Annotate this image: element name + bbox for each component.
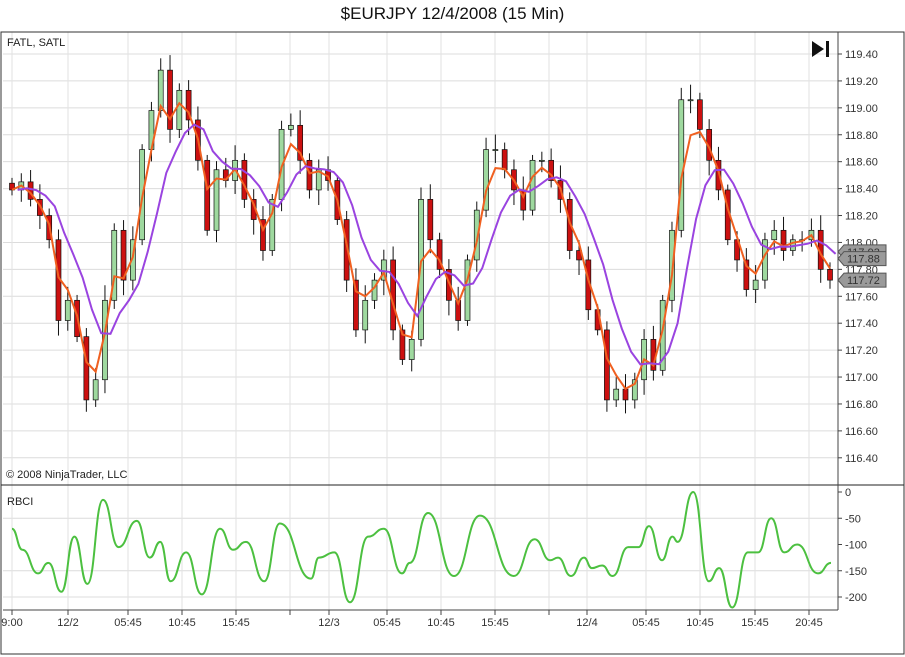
candle-up [492, 149, 499, 151]
candle-down [697, 99, 703, 130]
candle-down [241, 159, 248, 200]
x-tick-label: 20:45 [795, 617, 823, 629]
rbci-panel-label: RBCI [7, 496, 33, 508]
price-marker: 117.88 [837, 251, 887, 267]
candle-down [427, 199, 434, 241]
price-tick-label: 118.20 [845, 211, 878, 223]
candle-up [678, 99, 685, 231]
price-tick-label: 117.40 [845, 318, 878, 330]
candle-up [408, 339, 415, 360]
price-tick-label: 116.60 [845, 426, 878, 438]
candle-up [288, 124, 294, 130]
x-tick-label: 10:45 [686, 617, 714, 629]
price-tick-label: 117.60 [845, 291, 878, 303]
price-marker: 117.72 [837, 272, 887, 288]
price-panel-label: FATL, SATL [7, 37, 65, 49]
candle-up [64, 299, 71, 321]
candle-down [204, 159, 211, 231]
chart-window: $EURJPY 12/4/2008 (15 Min) 119.40 119.20 1… [0, 0, 905, 657]
candle-up [771, 229, 778, 241]
candle-down [306, 159, 313, 191]
candle-up [752, 279, 759, 290]
candle-down [83, 336, 90, 401]
scroll-to-end-icon[interactable] [812, 41, 829, 57]
x-tick-label: 05:45 [632, 617, 660, 629]
candle-up [176, 89, 183, 130]
x-tick-label: 05:45 [373, 617, 401, 629]
price-tick-label: 116.40 [845, 453, 878, 465]
rbci-tick-label: -50 [845, 513, 861, 525]
candle-up [362, 299, 369, 331]
x-tick-label: 15:45 [481, 617, 509, 629]
x-tick-label: 10:45 [427, 617, 455, 629]
rbci-tick-label: -100 [845, 540, 867, 552]
copyright-text: © 2008 NinjaTrader, LLC [6, 469, 127, 481]
rbci-tick-label: -200 [845, 592, 867, 604]
x-tick-label: 15:45 [222, 617, 250, 629]
x-tick-label: 15:45 [741, 617, 769, 629]
candle-down [827, 269, 833, 281]
x-tick-label: 05:45 [114, 617, 142, 629]
price-marker-value: 117.72 [847, 275, 880, 287]
price-tick-label: 119.20 [845, 76, 878, 88]
price-tick-label: 119.00 [845, 103, 878, 115]
candle-up [687, 99, 694, 102]
price-tick-label: 117.00 [845, 372, 878, 384]
price-tick-label: 118.40 [845, 184, 878, 196]
candle-up [613, 388, 620, 401]
rbci-line [11, 490, 832, 609]
candles [9, 55, 833, 414]
price-marker-value: 117.88 [847, 254, 880, 266]
axes: 119.40 119.20 119.00 118.80 118.60 118.40 118.… [0, 31, 905, 655]
x-tick-label: 12/3 [318, 617, 339, 629]
price-tick-label: 118.60 [845, 157, 878, 169]
price-tick-label: 119.40 [845, 49, 878, 61]
rbci-tick-label: -150 [845, 566, 867, 578]
x-tick-label: 10:45 [168, 617, 196, 629]
candle-up [92, 379, 99, 401]
candle-up [529, 159, 536, 211]
candle-down [501, 149, 508, 171]
outer-frame [0, 31, 905, 655]
price-tick-label: 118.80 [845, 130, 878, 142]
x-tick-label: 12/4 [576, 617, 597, 629]
price-tick-label: 117.20 [845, 345, 878, 357]
x-tick-label: 12/2 [57, 617, 78, 629]
rbci-tick-label: 0 [845, 487, 851, 499]
candle-down [622, 388, 629, 401]
candle-up [538, 159, 545, 162]
candle-down [604, 329, 610, 401]
price-tick-label: 116.80 [845, 399, 878, 411]
chart-canvas: 119.40 119.20 119.00 118.80 118.60 118.40 118.… [0, 31, 905, 655]
rbci-panel [11, 490, 832, 609]
x-tick-label: 9:00 [1, 617, 22, 629]
